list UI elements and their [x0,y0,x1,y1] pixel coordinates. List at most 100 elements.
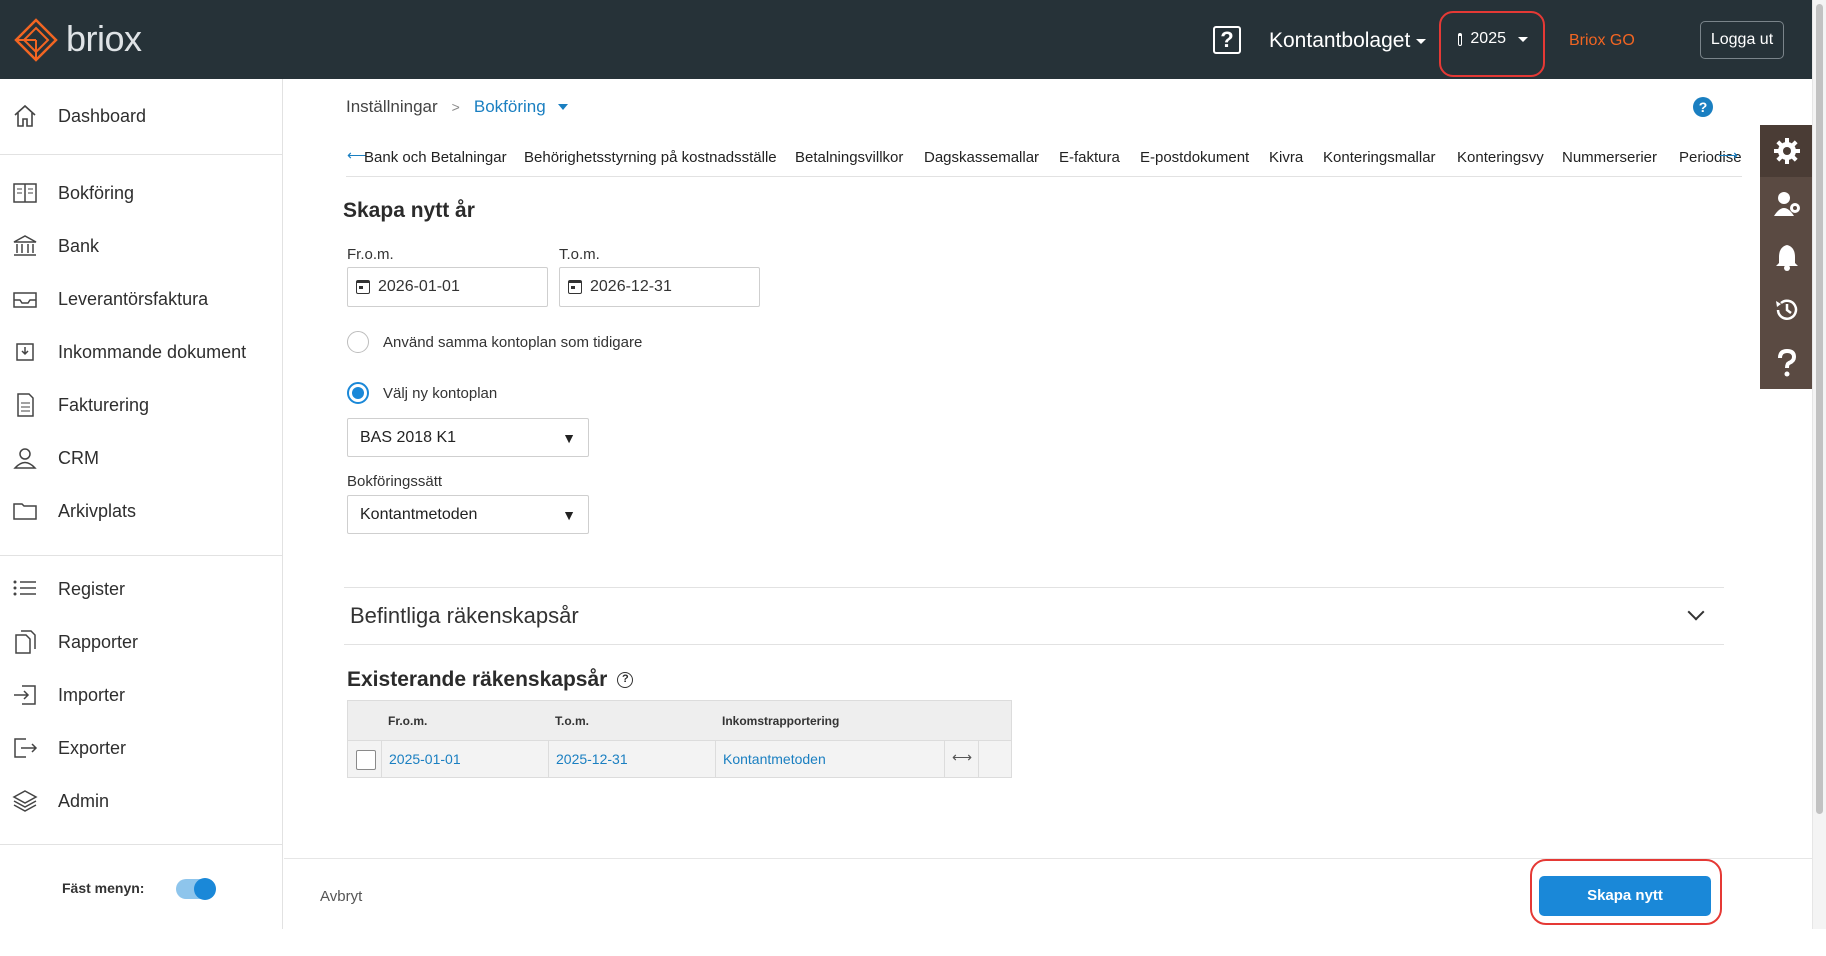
briox-logo-icon[interactable] [14,18,58,62]
existing-years-accordion[interactable]: Befintliga räkenskapsår [350,603,579,629]
pin-menu-toggle[interactable] [176,878,216,900]
chevron-down-icon [1416,38,1427,44]
sidebar-item-label: Bank [58,235,100,256]
accounting-method-select[interactable]: Kontantmetoden ▼ [347,495,589,534]
help-icon[interactable]: ? [1213,26,1241,54]
tab-betalningsvillkor[interactable]: Betalningsvillkor [795,149,903,166]
select-value: Kontantmetoden [360,505,478,523]
help-rail-button[interactable] [1760,337,1814,389]
tab-nummerserier[interactable]: Nummerserier [1562,149,1657,166]
breadcrumb-current-dropdown[interactable]: Bokföring [474,97,568,117]
bank-icon [13,235,37,256]
tab-e-postdokument[interactable]: E-postdokument [1140,149,1249,166]
sidebar-item-inkommande-dokument[interactable]: Inkommande dokument [0,328,283,376]
radio-button[interactable] [347,331,369,353]
scroll-right-icon[interactable]: ⟶ [1718,147,1738,164]
chevron-down-icon [557,104,568,110]
scrollbar-thumb[interactable] [1816,4,1823,814]
year-value: 2025 [1470,30,1506,47]
chart-of-accounts-select[interactable]: BAS 2018 K1 ▼ [347,418,589,457]
pin-menu-label: Fäst menyn: [62,880,145,896]
to-date-input[interactable]: 2026-12-31 [559,267,760,307]
existing-years-table: Fr.o.m. T.o.m. Inkomstrapportering 2025-… [347,700,1012,778]
company-selector[interactable]: Kontantbolaget [1269,29,1427,53]
gear-icon [1774,138,1800,164]
sidebar-item-arkivplats[interactable]: Arkivplats [0,487,283,535]
user-gear-icon [1774,192,1800,216]
sidebar-item-importer[interactable]: Importer [0,671,283,719]
page-scrollbar[interactable] [1812,0,1826,929]
question-circle-icon[interactable]: ? [617,672,634,688]
from-date-input[interactable]: 2026-01-01 [347,267,548,307]
briox-go-link[interactable]: Briox GO [1569,32,1635,50]
radio-button-selected[interactable] [347,382,369,404]
user-settings-rail-button[interactable] [1760,178,1814,230]
sidebar-item-exporter[interactable]: Exporter [0,724,283,772]
radio-label: Använd samma kontoplan som tidigare [383,333,643,351]
row-to-link[interactable]: 2025-12-31 [556,751,628,767]
top-bar: briox ? Kontantbolaget 2025 Briox GO Log… [0,0,1812,79]
tab-bank-och-betalningar[interactable]: Bank och Betalningar [364,149,507,166]
breadcrumb: Inställningar > Bokföring [346,97,568,117]
logout-button[interactable]: Logga ut [1700,21,1784,59]
column-header-from: Fr.o.m. [388,714,428,728]
create-year-title: Skapa nytt år [343,199,475,222]
sidebar-item-label: Fakturering [58,394,150,415]
sidebar-item-label: Register [58,578,126,599]
tab-behorighetsstyrning[interactable]: Behörighetsstyrning på kostnadsställe [524,149,777,166]
briox-logo-text[interactable]: briox [66,18,142,60]
breadcrumb-current: Bokföring [473,97,546,116]
from-date-value: 2026-01-01 [378,278,460,295]
create-fiscal-year-button[interactable]: Skapa nytt räkenskapsår [1539,876,1711,944]
tab-e-faktura[interactable]: E-faktura [1059,149,1120,166]
sidebar: Dashboard Bokföring Bank Leverantörsfakt… [0,79,283,929]
home-icon [14,104,36,127]
cancel-button[interactable]: Avbryt [320,888,362,905]
year-selector[interactable]: 2025 [1442,22,1528,56]
calendar-icon [356,280,370,294]
section-divider [344,587,1724,588]
row-reporting-link[interactable]: Kontantmetoden [723,751,826,767]
sidebar-divider [0,555,283,556]
sidebar-item-label: Importer [58,684,126,705]
sidebar-item-crm[interactable]: CRM [0,434,283,482]
table-row[interactable]: 2025-01-01 2025-12-31 Kontantmetoden ⟷ [348,741,1011,778]
tab-kivra[interactable]: Kivra [1269,149,1303,166]
radio-new-chart[interactable]: Välj ny kontoplan [347,382,497,404]
tab-dagskassemallar[interactable]: Dagskassemallar [924,149,1039,166]
resize-arrows-icon[interactable]: ⟷ [952,749,972,766]
history-rail-button[interactable] [1760,284,1814,336]
to-date-label: T.o.m. [559,246,600,263]
history-icon [1776,299,1798,320]
dropdown-arrow-icon: ▼ [562,429,576,446]
column-header-reporting: Inkomstrapportering [722,714,840,728]
sidebar-divider [0,844,283,845]
sidebar-item-label: Bokföring [58,182,135,203]
inbox-icon [13,292,37,308]
existing-years-title: Existerande räkenskapsår [347,668,608,691]
sidebar-item-rapporter[interactable]: Rapporter [0,618,283,666]
sidebar-item-dashboard[interactable]: Dashboard [0,92,283,140]
sidebar-item-bokforing[interactable]: Bokföring [0,169,283,217]
tab-konteringsvy[interactable]: Konteringsvy [1457,149,1544,166]
layers-icon [12,790,38,812]
sidebar-item-admin[interactable]: Admin [0,777,283,825]
folder-icon [13,503,37,520]
row-from-link[interactable]: 2025-01-01 [389,751,461,767]
breadcrumb-root[interactable]: Inställningar [346,97,438,117]
notifications-rail-button[interactable] [1760,231,1814,283]
row-checkbox[interactable] [356,750,376,770]
sidebar-item-label: CRM [58,447,99,468]
help-icon[interactable]: ? [1693,97,1713,117]
radio-same-chart[interactable]: Använd samma kontoplan som tidigare [347,331,642,353]
sidebar-item-leverantorsfaktura[interactable]: Leverantörsfaktura [0,275,283,323]
sidebar-item-fakturering[interactable]: Fakturering [0,381,283,429]
sidebar-item-register[interactable]: Register [0,565,283,613]
to-date-value: 2026-12-31 [590,278,672,295]
dropdown-arrow-icon: ▼ [562,506,576,523]
chevron-down-icon[interactable] [1687,603,1705,621]
column-header-to: T.o.m. [555,714,590,728]
tab-konteringsmallar[interactable]: Konteringsmallar [1323,149,1436,166]
settings-rail-button[interactable] [1760,125,1814,177]
sidebar-item-bank[interactable]: Bank [0,222,283,270]
